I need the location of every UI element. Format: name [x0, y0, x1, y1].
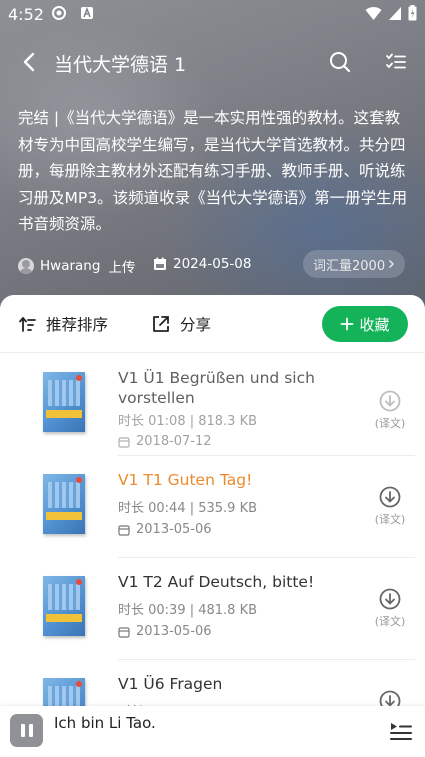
channel-meta: Hwarang 上传 2024-05-08 词汇量2000 — [18, 250, 410, 278]
track-date-text: 2013-05-06 — [136, 522, 212, 537]
title-bar: 当代大学德语 1 — [0, 40, 425, 84]
track-info: 时长 00:44 | 535.9 KB — [118, 501, 258, 516]
pause-icon — [20, 724, 25, 737]
track-title: V1 T1 Guten Tag! — [118, 471, 253, 489]
chevron-right-icon — [389, 260, 395, 268]
track-date: 2018-07-12 — [118, 434, 212, 449]
track-date-text: 2013-05-06 — [136, 624, 212, 639]
share-icon — [153, 316, 169, 332]
page-title: 当代大学德语 1 — [54, 54, 187, 76]
translation-label: (译文) — [374, 513, 406, 526]
list-toolbar: 推荐排序 分享 收藏 — [0, 295, 425, 353]
track-info: 时长 01:08 | 818.3 KB — [118, 414, 258, 429]
cellular-signal-icon — [389, 6, 401, 20]
mini-player[interactable]: Ich bin Li Tao. — [0, 706, 425, 757]
track-list-button[interactable] — [382, 48, 410, 76]
calendar-icon — [118, 524, 130, 536]
upload-date: 2024-05-08 — [153, 256, 251, 272]
download-icon — [379, 588, 401, 610]
search-icon — [330, 52, 351, 73]
album-cover — [43, 372, 85, 432]
app-notification-icon — [81, 6, 93, 19]
track-date-text: 2018-07-12 — [136, 434, 212, 449]
favorite-button[interactable]: 收藏 — [322, 306, 408, 342]
status-time: 4:52 — [8, 5, 44, 24]
back-button[interactable] — [14, 48, 44, 76]
vocab-badge[interactable]: 词汇量2000 — [303, 250, 406, 278]
download-button[interactable]: (译文) — [372, 486, 408, 527]
uploader-info[interactable]: Hwarang 上传 — [18, 256, 135, 276]
track-title: V1 T2 Auf Deutsch, bitte! — [118, 573, 315, 591]
channel-description: 完结 |《当代大学德语》是一本实用性强的教材。这套教材专为中国高校学生编写，是当… — [18, 109, 408, 233]
pause-button[interactable] — [10, 714, 43, 747]
calendar-icon — [154, 257, 166, 270]
uploader-name: Hwarang — [40, 258, 101, 274]
avatar — [18, 258, 34, 274]
translation-label: (译文) — [374, 615, 406, 628]
track-sheet: 推荐排序 分享 收藏 V1 Ü1 Begrüßen und sich vorst… — [0, 295, 425, 757]
search-button[interactable] — [326, 48, 354, 76]
status-bar: 4:52 — [0, 0, 425, 30]
album-cover — [43, 474, 85, 534]
track-item[interactable]: V1 T1 Guten Tag! 时长 00:44 | 535.9 KB 201… — [0, 456, 425, 558]
album-cover — [43, 576, 85, 636]
translation-label: (译文) — [374, 417, 406, 430]
download-icon — [379, 390, 401, 412]
now-playing-title: Ich bin Li Tao. — [54, 714, 156, 732]
track-list: V1 Ü1 Begrüßen und sich vorstellen 时长 01… — [0, 354, 425, 757]
sort-label: 推荐排序 — [46, 316, 109, 334]
track-item[interactable]: V1 Ü1 Begrüßen und sich vorstellen 时长 01… — [0, 354, 425, 456]
wifi-icon — [365, 6, 382, 20]
sync-status-icon — [52, 6, 66, 20]
track-date: 2013-05-06 — [118, 522, 212, 537]
track-item[interactable]: V1 T2 Auf Deutsch, bitte! 时长 00:39 | 481… — [0, 558, 425, 660]
calendar-icon — [118, 436, 130, 448]
favorite-label: 收藏 — [359, 315, 390, 334]
download-button[interactable]: (译文) — [372, 390, 408, 431]
share-button[interactable]: 分享 — [152, 313, 211, 335]
plus-icon — [341, 317, 354, 331]
checklist-icon — [386, 53, 406, 69]
calendar-icon — [118, 626, 130, 638]
battery-icon — [408, 5, 417, 21]
download-button[interactable]: (译文) — [372, 588, 408, 629]
share-label: 分享 — [180, 316, 212, 334]
status-icons — [365, 5, 417, 21]
track-info: 时长 00:39 | 481.8 KB — [118, 603, 258, 618]
chevron-left-icon — [23, 52, 35, 72]
track-date: 2013-05-06 — [118, 624, 212, 639]
vocab-badge-label: 词汇量2000 — [313, 258, 386, 274]
sort-button[interactable]: 推荐排序 — [18, 313, 108, 335]
upload-date-text: 2024-05-08 — [173, 256, 252, 272]
sort-icon — [19, 317, 36, 332]
download-icon — [379, 486, 401, 508]
track-title: V1 Ü6 Fragen — [118, 675, 223, 693]
playlist-icon[interactable] — [388, 719, 414, 743]
upload-label: 上传 — [108, 260, 136, 276]
track-title: V1 Ü1 Begrüßen und sich vorstellen — [118, 369, 315, 407]
